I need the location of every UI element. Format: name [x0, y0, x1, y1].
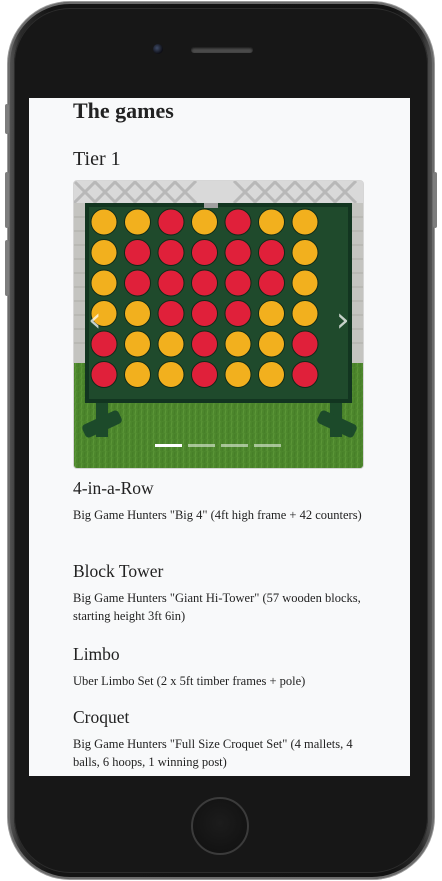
red-counter — [224, 208, 252, 236]
yellow-counter — [258, 330, 285, 358]
carousel-prev-icon[interactable]: ‹ — [88, 300, 102, 340]
game-description: Uber Limbo Set (2 x 5ft timber frames + … — [73, 674, 306, 688]
yellow-counter — [90, 239, 118, 266]
red-counter — [157, 239, 185, 266]
red-counter — [291, 361, 319, 388]
red-counter — [291, 330, 319, 358]
red-counter — [224, 300, 252, 327]
game-title: Croquet — [73, 707, 130, 727]
screen: The games Tier 1 ‹ › 4-in-a-Row Big Game… — [29, 98, 410, 776]
mute-switch — [5, 104, 9, 134]
yellow-counter — [124, 208, 151, 236]
red-counter — [157, 208, 185, 236]
yellow-counter — [224, 330, 252, 358]
power-button — [433, 172, 437, 228]
yellow-counter — [157, 361, 185, 388]
yellow-counter — [291, 300, 319, 327]
yellow-counter — [191, 208, 218, 236]
yellow-counter — [124, 300, 151, 327]
red-counter — [157, 269, 185, 297]
yellow-counter — [258, 361, 285, 388]
carousel-next-icon[interactable]: › — [336, 300, 350, 340]
red-counter — [191, 361, 218, 388]
red-counter — [191, 300, 218, 327]
page-title: The games — [73, 98, 174, 123]
yellow-counter — [90, 208, 118, 236]
red-counter — [191, 269, 218, 297]
front-camera-icon — [153, 44, 163, 54]
red-counter — [191, 239, 218, 266]
carousel-indicator[interactable] — [155, 444, 182, 447]
red-counter — [124, 239, 151, 266]
earpiece-speaker — [191, 47, 253, 53]
yellow-counter — [291, 239, 319, 266]
yellow-counter — [124, 361, 151, 388]
red-counter — [258, 239, 285, 266]
tier-heading: Tier 1 — [73, 148, 121, 170]
red-counter — [124, 269, 151, 297]
yellow-counter — [124, 330, 151, 358]
red-counter — [224, 269, 252, 297]
yellow-counter — [90, 269, 118, 297]
carousel-indicator[interactable] — [221, 444, 248, 447]
game-description: Big Game Hunters "Full Size Croquet Set"… — [73, 737, 353, 769]
yellow-counter — [258, 208, 285, 236]
volume-down-button — [5, 240, 9, 296]
game-description: Big Game Hunters "Big 4" (4ft high frame… — [73, 508, 362, 522]
red-counter — [258, 269, 285, 297]
image-carousel[interactable]: ‹ › — [73, 180, 364, 469]
game-description: Big Game Hunters "Giant Hi-Tower" (57 wo… — [73, 591, 361, 623]
red-counter — [157, 300, 185, 327]
yellow-counter — [224, 361, 252, 388]
volume-up-button — [5, 172, 9, 228]
game-title: Limbo — [73, 644, 120, 664]
red-counter — [224, 239, 252, 266]
yellow-counter — [291, 208, 319, 236]
carousel-indicator[interactable] — [254, 444, 281, 447]
game-title: Block Tower — [73, 561, 164, 581]
home-button[interactable] — [191, 797, 249, 855]
game-title: 4-in-a-Row — [73, 478, 154, 498]
yellow-counter — [157, 330, 185, 358]
giant-connect-four-game-icon: ‹ › — [74, 181, 363, 468]
yellow-counter — [258, 300, 285, 327]
yellow-counter — [291, 269, 319, 297]
red-counter — [191, 330, 218, 358]
carousel-indicator[interactable] — [188, 444, 215, 447]
red-counter — [90, 361, 118, 388]
